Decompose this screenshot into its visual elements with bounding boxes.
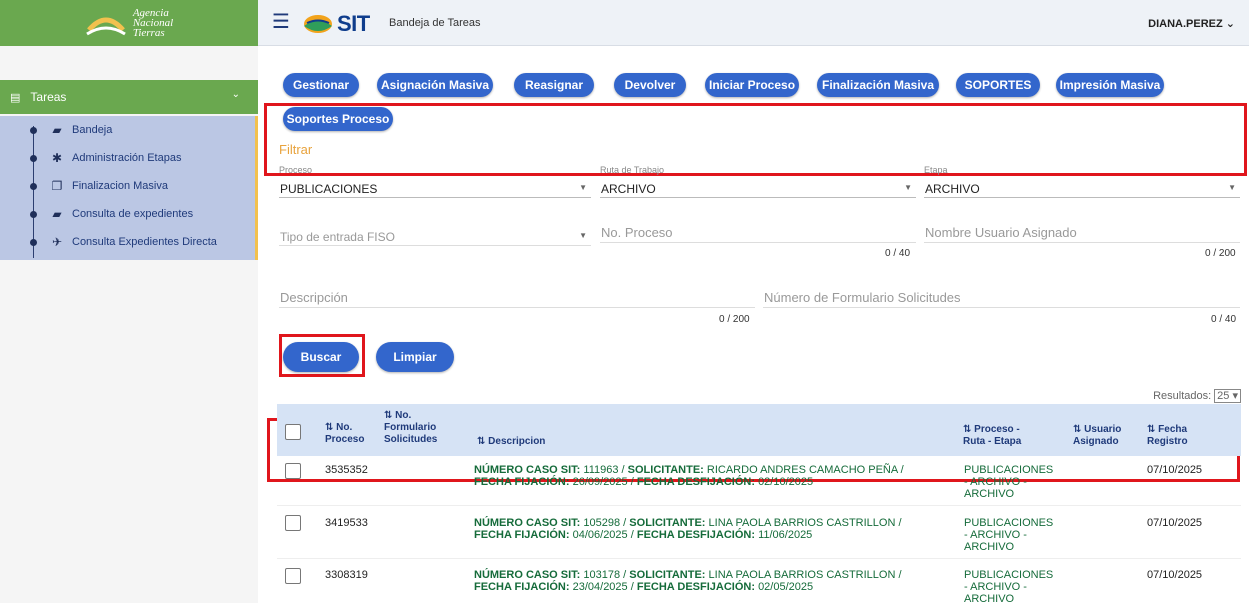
proceso-select[interactable]: PUBLICACIONES ▼	[279, 178, 591, 198]
usuario-asignado-input[interactable]: Nombre Usuario Asignado	[924, 223, 1240, 243]
folder-open-icon: ▰	[52, 207, 62, 221]
chevron-down-icon: ⌄	[1225, 18, 1235, 30]
finalizacion-masiva-button[interactable]: Finalización Masiva	[817, 73, 939, 97]
results-per-page: Resultados: 25 ▾	[1153, 389, 1241, 403]
row-checkbox[interactable]	[285, 463, 301, 479]
plane-icon: ✈	[51, 235, 63, 249]
agency-name: Agencia Nacional Tierras	[132, 7, 174, 39]
col-no-proceso[interactable]: ⇅ No. Proceso	[325, 422, 375, 446]
table-header: ⇅ No. Proceso ⇅ No. Formulario Solicitud…	[277, 404, 1241, 456]
filter-title: Filtrar	[279, 142, 313, 157]
row-no-proceso: 3419533	[325, 517, 368, 529]
col-fecha-registro[interactable]: ⇅ Fecha Registro	[1147, 424, 1207, 448]
user-menu[interactable]: DIANA.PEREZ ⌄	[1148, 17, 1235, 30]
sidebar: ▤ Tareas ⌄ ▰ Bandeja ✱ Administración Et…	[0, 46, 258, 603]
col-descripcion[interactable]: ⇅ Descripcion	[477, 436, 545, 448]
page-size-select[interactable]: 25 ▾	[1214, 389, 1241, 403]
row-checkbox[interactable]	[285, 568, 301, 584]
devolver-button[interactable]: Devolver	[614, 73, 686, 97]
row-no-proceso: 3308319	[325, 569, 368, 581]
sort-icon: ⇅	[384, 410, 393, 421]
sit-logo-icon	[304, 15, 332, 33]
limpiar-button[interactable]: Limpiar	[376, 342, 454, 372]
sort-icon: ⇅	[963, 424, 972, 435]
row-descripcion: NÚMERO CASO SIT: 103178 / SOLICITANTE: L…	[474, 569, 902, 593]
row-descripcion: NÚMERO CASO SIT: 111963 / SOLICITANTE: R…	[474, 464, 904, 488]
no-proceso-input[interactable]: No. Proceso	[600, 223, 916, 243]
sit-brand: SIT	[337, 11, 370, 36]
caret-down-icon: ▼	[1228, 183, 1236, 192]
row-fecha: 07/10/2025	[1147, 464, 1203, 476]
sidebar-section-label: Tareas	[30, 90, 67, 104]
impresion-masiva-button[interactable]: Impresión Masiva	[1056, 73, 1164, 97]
no-proceso-counter: 0 / 40	[885, 248, 911, 259]
page-title: Bandeja de Tareas	[389, 17, 481, 29]
caret-down-icon: ▼	[904, 183, 912, 192]
formulario-input[interactable]: Número de Formulario Solicitudes	[763, 288, 1240, 308]
caret-down-icon: ▼	[579, 183, 587, 192]
caret-down-icon: ▼	[579, 231, 587, 240]
top-header: ☰ SIT Bandeja de Tareas DIANA.PEREZ ⌄	[258, 0, 1249, 46]
reasignar-button[interactable]: Reasignar	[514, 73, 594, 97]
copy-icon: ❐	[51, 179, 63, 193]
highlight-box	[264, 103, 1247, 176]
ruta-select[interactable]: ARCHIVO ▼	[600, 178, 916, 198]
row-fecha: 07/10/2025	[1147, 517, 1203, 529]
sidebar-item-consulta-expedientes[interactable]: ▰ Consulta de expedientes	[0, 200, 255, 228]
gestionar-button[interactable]: Gestionar	[283, 73, 359, 97]
sidebar-item-bandeja[interactable]: ▰ Bandeja	[0, 116, 255, 144]
sidebar-section-tareas[interactable]: ▤ Tareas ⌄	[0, 80, 258, 114]
sidebar-item-consulta-expedientes-directa[interactable]: ✈ Consulta Expedientes Directa	[0, 228, 255, 256]
row-proceso-ruta-etapa: PUBLICACIONES - ARCHIVO - ARCHIVO	[964, 569, 1054, 603]
col-usuario-asignado[interactable]: ⇅ Usuario Asignado	[1073, 424, 1133, 448]
soportes-button[interactable]: SOPORTES	[956, 73, 1040, 97]
agency-logo: Agencia Nacional Tierras	[0, 0, 258, 46]
asignacion-masiva-button[interactable]: Asignación Masiva	[377, 73, 493, 97]
sort-icon: ⇅	[1147, 424, 1156, 435]
select-all-checkbox[interactable]	[285, 424, 301, 440]
sidebar-item-finalizacion-masiva[interactable]: ❐ Finalizacion Masiva	[0, 172, 255, 200]
list-icon: ▤	[10, 91, 21, 104]
sidebar-item-administracion-etapas[interactable]: ✱ Administración Etapas	[0, 144, 255, 172]
col-proceso-ruta-etapa[interactable]: ⇅ Proceso - Ruta - Etapa	[963, 424, 1043, 448]
row-descripcion: NÚMERO CASO SIT: 105298 / SOLICITANTE: L…	[474, 517, 902, 541]
row-fecha: 07/10/2025	[1147, 569, 1203, 581]
descripcion-counter: 0 / 200	[719, 314, 750, 325]
iniciar-proceso-button[interactable]: Iniciar Proceso	[705, 73, 799, 97]
row-checkbox[interactable]	[285, 515, 301, 531]
row-proceso-ruta-etapa: PUBLICACIONES - ARCHIVO - ARCHIVO	[964, 517, 1054, 553]
etapa-label: Etapa	[924, 165, 948, 175]
col-no-formulario[interactable]: ⇅ No. Formulario Solicitudes	[384, 410, 444, 446]
gear-icon: ✱	[51, 151, 63, 165]
descripcion-input[interactable]: Descripción	[279, 288, 755, 308]
sort-icon: ⇅	[325, 422, 334, 433]
sort-icon: ⇅	[477, 436, 486, 447]
etapa-select[interactable]: ARCHIVO ▼	[924, 178, 1240, 198]
agency-logo-icon	[86, 17, 126, 36]
usuario-asignado-counter: 0 / 200	[1205, 248, 1236, 259]
buscar-button[interactable]: Buscar	[283, 342, 359, 372]
sort-icon: ⇅	[1073, 424, 1082, 435]
folder-open-icon: ▰	[52, 123, 62, 137]
tipo-entrada-select[interactable]: Tipo de entrada FISO ▼	[279, 226, 591, 246]
formulario-counter: 0 / 40	[1211, 314, 1237, 325]
sidebar-menu: ▰ Bandeja ✱ Administración Etapas ❐ Fina…	[0, 116, 258, 260]
row-proceso-ruta-etapa: PUBLICACIONES - ARCHIVO - ARCHIVO	[964, 464, 1054, 500]
proceso-label: Proceso	[279, 165, 313, 175]
hamburger-menu-icon[interactable]: ☰	[272, 12, 290, 32]
ruta-label: Ruta de Trabajo	[600, 165, 665, 175]
chevron-down-icon: ⌄	[231, 89, 240, 100]
row-no-proceso: 3535352	[325, 464, 368, 476]
